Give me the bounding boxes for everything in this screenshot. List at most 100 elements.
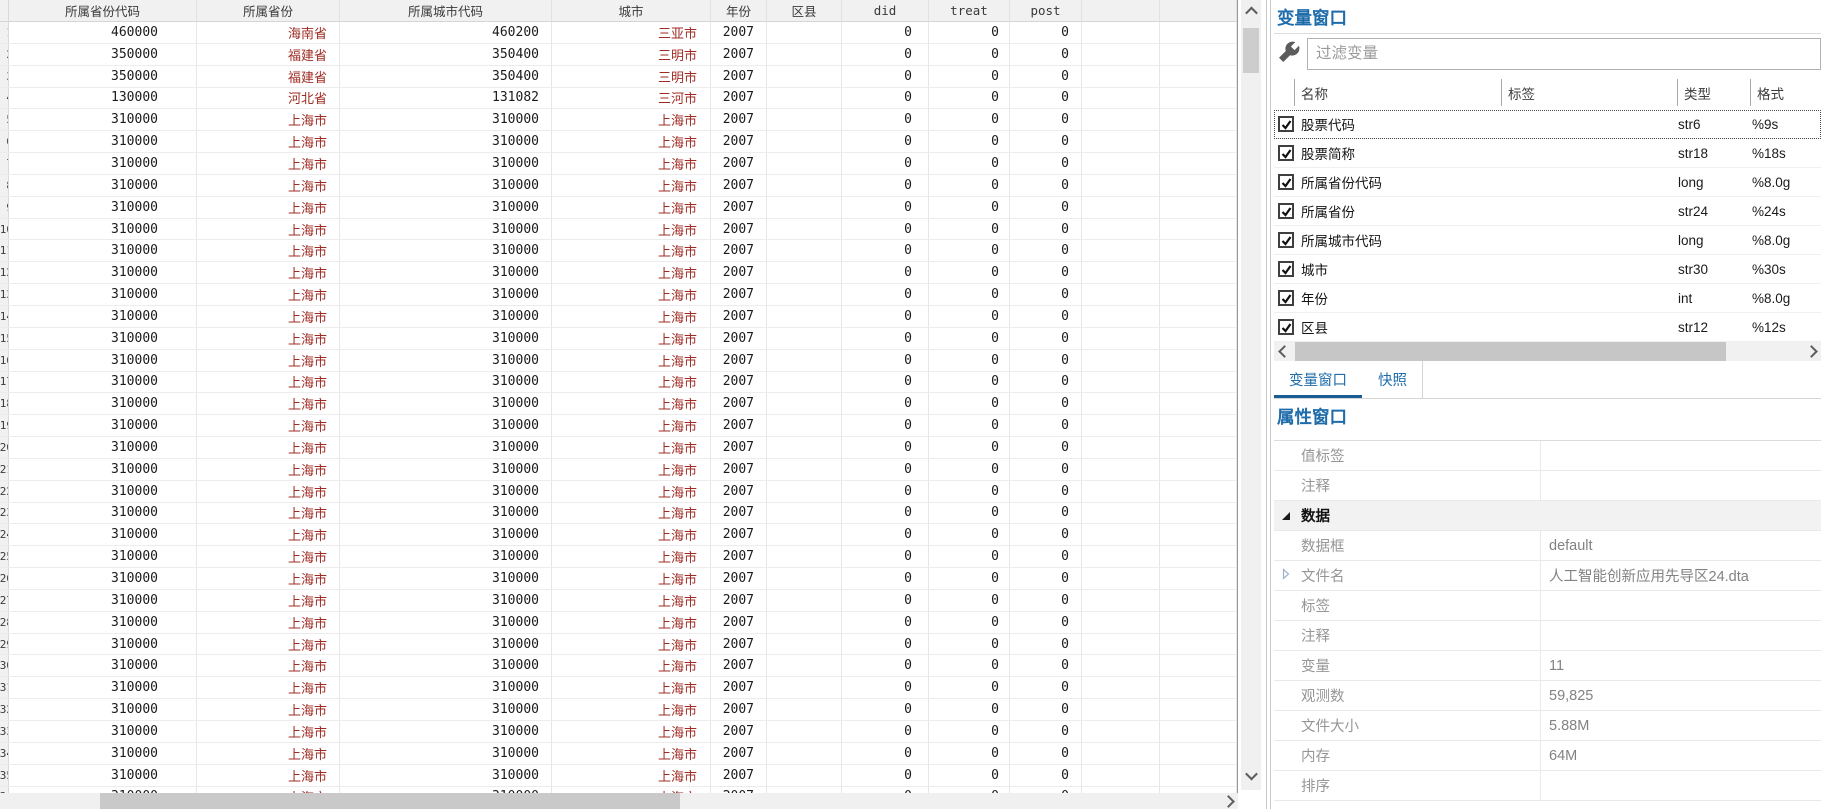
cell[interactable] [1082,218,1160,240]
cell[interactable]: 0 [1010,764,1082,786]
row-number-cell[interactable]: 12 [0,262,9,284]
row-number-cell[interactable]: 25 [0,546,9,568]
cell[interactable] [767,305,842,327]
cell[interactable]: 310000 [340,546,552,568]
cell[interactable]: 上海市 [197,262,340,284]
cell[interactable]: 上海市 [197,349,340,371]
cell[interactable] [767,174,842,196]
cell[interactable]: 福建省 [197,65,340,87]
cell[interactable]: 0 [842,524,929,546]
property-value[interactable]: 人工智能创新应用先导区24.dta [1541,561,1821,590]
cell[interactable]: 310000 [340,437,552,458]
cell[interactable]: 0 [842,131,929,153]
cell[interactable]: 0 [842,65,929,87]
cell[interactable]: 0 [842,393,929,415]
cell[interactable] [1160,371,1237,393]
row-number-cell[interactable]: 13 [0,284,9,305]
cell[interactable]: 上海市 [552,721,711,742]
row-number-cell[interactable]: 30 [0,655,9,677]
cell[interactable] [1160,262,1237,284]
cell[interactable] [1082,22,1160,43]
cell[interactable] [1160,131,1237,153]
cell[interactable]: 上海市 [197,415,340,437]
cell[interactable] [767,284,842,305]
property-value[interactable] [1541,441,1821,470]
row-number-cell[interactable]: 26 [0,568,9,589]
property-value[interactable] [1541,591,1821,620]
cell[interactable] [767,699,842,720]
cell[interactable] [1160,568,1237,589]
cell[interactable] [1160,480,1237,502]
cell[interactable]: 0 [842,262,929,284]
cell[interactable]: 0 [842,568,929,589]
cell[interactable] [1082,568,1160,589]
cell[interactable]: 0 [1010,174,1082,196]
cell[interactable] [1082,393,1160,415]
cell[interactable]: 310000 [9,742,197,764]
row-number-cell[interactable]: 28 [0,611,9,633]
cell[interactable]: 310000 [9,764,197,786]
cell[interactable]: 2007 [711,502,767,524]
cell[interactable]: 0 [929,327,1010,349]
cell[interactable] [1082,546,1160,568]
cell[interactable]: 310000 [9,393,197,415]
cell[interactable] [767,371,842,393]
cell[interactable]: 310000 [340,699,552,720]
column-header[interactable] [1082,0,1160,21]
cell[interactable] [767,131,842,153]
cell[interactable]: 0 [842,764,929,786]
cell[interactable]: 0 [929,393,1010,415]
cell[interactable]: 2007 [711,305,767,327]
cell[interactable]: 2007 [711,43,767,65]
property-value[interactable] [1541,771,1821,800]
cell[interactable]: 0 [1010,327,1082,349]
cell[interactable]: 2007 [711,174,767,196]
row-number-cell[interactable]: 27 [0,589,9,611]
cell[interactable]: 0 [1010,721,1082,742]
cell[interactable] [1160,677,1237,699]
cell[interactable]: 上海市 [197,502,340,524]
column-header-format[interactable]: 格式 [1750,79,1821,106]
checkbox[interactable] [1278,203,1294,219]
cell[interactable]: 0 [929,65,1010,87]
cell[interactable]: 上海市 [197,480,340,502]
cell[interactable]: 2007 [711,327,767,349]
cell[interactable]: 上海市 [552,240,711,262]
cell[interactable] [767,196,842,218]
cell[interactable]: 0 [929,240,1010,262]
cell[interactable] [767,764,842,786]
cell[interactable]: 0 [842,109,929,131]
cell[interactable] [1160,349,1237,371]
cell[interactable]: 上海市 [197,589,340,611]
vertical-scrollbar-thumb[interactable] [1243,28,1259,73]
column-header[interactable]: 所属省份 [197,0,340,21]
cell[interactable] [767,218,842,240]
cell[interactable]: 上海市 [197,284,340,305]
cell[interactable]: 上海市 [552,524,711,546]
cell[interactable]: 三河市 [552,87,711,109]
cell[interactable] [1082,589,1160,611]
cell[interactable]: 460000 [9,22,197,43]
cell[interactable]: 310000 [9,677,197,699]
cell[interactable]: 上海市 [197,437,340,458]
row-number-cell[interactable]: 33 [0,721,9,742]
property-value[interactable]: 11 [1541,651,1821,680]
cell[interactable] [1160,393,1237,415]
cell[interactable] [1160,109,1237,131]
cell[interactable]: 上海市 [552,174,711,196]
cell[interactable]: 上海市 [552,437,711,458]
cell[interactable]: 0 [842,633,929,655]
cell[interactable]: 0 [842,546,929,568]
cell[interactable] [1082,240,1160,262]
cell[interactable]: 0 [929,721,1010,742]
cell[interactable]: 0 [929,742,1010,764]
cell[interactable]: 0 [1010,109,1082,131]
cell[interactable]: 0 [842,87,929,109]
cell[interactable] [767,415,842,437]
cell[interactable]: 310000 [9,480,197,502]
cell[interactable]: 310000 [340,764,552,786]
cell[interactable]: 310000 [9,546,197,568]
cell[interactable]: 2007 [711,284,767,305]
cell[interactable] [1160,43,1237,65]
row-number-cell[interactable]: 32 [0,699,9,720]
